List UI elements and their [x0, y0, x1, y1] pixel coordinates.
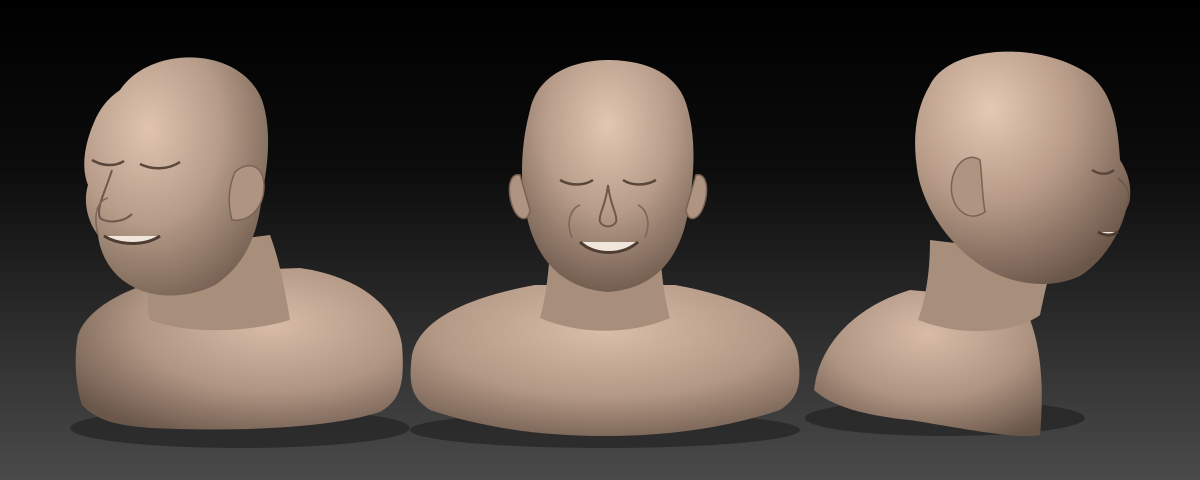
- render-viewport: [0, 0, 1200, 480]
- bust-profile-right: [800, 0, 1200, 480]
- bust-front: [400, 0, 820, 480]
- bust-three-quarter-left: [0, 0, 420, 480]
- smile: [1097, 230, 1119, 237]
- head: [522, 60, 694, 292]
